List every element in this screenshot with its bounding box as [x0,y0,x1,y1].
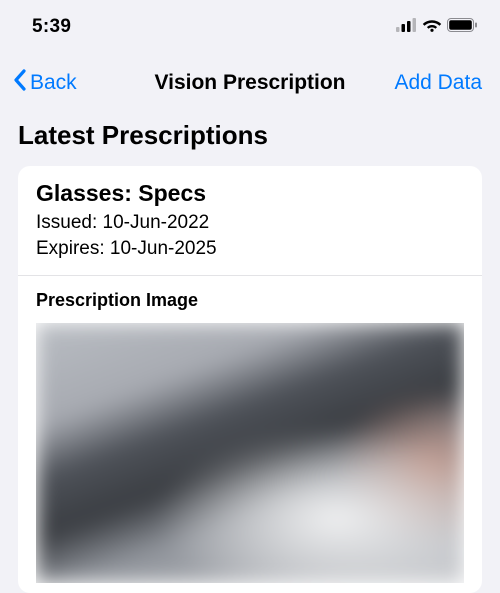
cellular-icon [396,18,417,37]
section-header: Latest Prescriptions [18,120,482,151]
prescription-image [36,323,464,583]
battery-icon [447,18,478,37]
issued-date: Issued: 10-Jun-2022 [36,210,464,236]
expires-date: Expires: 10-Jun-2025 [36,236,464,262]
wifi-icon [422,18,442,37]
prescription-title: Glasses: Specs [36,180,464,207]
prescription-image-section: Prescription Image [18,276,482,593]
back-button[interactable]: Back [12,68,77,98]
status-time: 5:39 [32,16,71,38]
prescription-card[interactable]: Glasses: Specs Issued: 10-Jun-2022 Expir… [18,166,482,593]
back-label: Back [30,71,77,95]
status-icons [396,18,478,37]
prescription-image-label: Prescription Image [36,290,464,311]
main-content: Latest Prescriptions Glasses: Specs Issu… [0,110,500,593]
page-title: Vision Prescription [155,71,346,95]
add-data-button[interactable]: Add Data [394,71,482,95]
chevron-left-icon [12,68,28,98]
navigation-bar: Back Vision Prescription Add Data [0,50,500,110]
prescription-image-container[interactable] [36,323,464,583]
status-bar: 5:39 [0,0,500,50]
prescription-header: Glasses: Specs Issued: 10-Jun-2022 Expir… [18,166,482,276]
